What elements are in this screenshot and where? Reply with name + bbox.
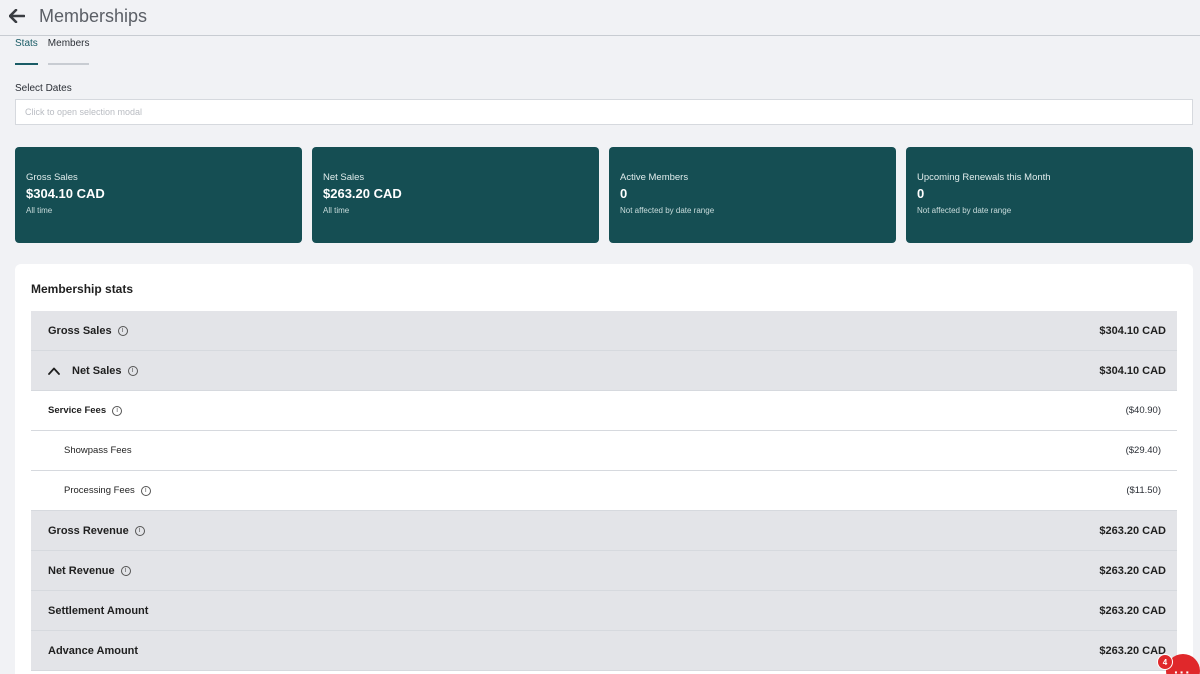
chat-bubble-icon: ··· (1174, 664, 1191, 674)
back-arrow-icon[interactable] (8, 6, 26, 26)
row-value: ($11.50) (1126, 485, 1161, 496)
card-value: $263.20 CAD (323, 186, 402, 201)
card-gross-sales: Gross Sales $304.10 CAD All time (15, 147, 302, 243)
row-label: Settlement Amount (48, 604, 149, 617)
summary-cards: Gross Sales $304.10 CAD All time Net Sal… (15, 147, 1193, 243)
top-bar: Memberships (0, 0, 1200, 36)
info-icon[interactable]: i (127, 365, 138, 376)
row-value: $304.10 CAD (1099, 324, 1166, 337)
card-label: Upcoming Renewals this Month (917, 172, 1051, 183)
row-label: Service Fees (48, 405, 107, 416)
info-icon[interactable]: i (112, 405, 123, 416)
stats-row-net-revenue: Net Revenue i $263.20 CAD (31, 551, 1177, 591)
row-label: Gross Revenue (48, 524, 129, 537)
row-value: $263.20 CAD (1099, 524, 1166, 537)
info-icon[interactable]: i (134, 525, 145, 536)
card-sub: All time (26, 206, 53, 215)
chevron-up-icon[interactable] (48, 365, 60, 377)
stats-table: Gross Sales i $304.10 CAD Net Sales i $304… (31, 311, 1177, 671)
stats-row-showpass-fees: Showpass Fees ($29.40) (31, 431, 1177, 471)
tab-stats[interactable]: Stats (15, 38, 38, 65)
panel-title: Membership stats (31, 282, 134, 296)
card-label: Gross Sales (26, 172, 78, 183)
stats-row-advance-amount: Advance Amount $263.20 CAD (31, 631, 1177, 671)
card-sub: All time (323, 206, 350, 215)
card-upcoming-renewals: Upcoming Renewals this Month 0 Not affec… (906, 147, 1193, 243)
card-sub: Not affected by date range (917, 206, 1012, 215)
tab-bar: Stats Members (15, 38, 90, 65)
row-value: ($29.40) (1125, 445, 1161, 456)
stats-row-service-fees: Service Fees i ($40.90) (31, 391, 1177, 431)
card-active-members: Active Members 0 Not affected by date ra… (609, 147, 896, 243)
notification-badge: 4 (1157, 654, 1173, 670)
info-icon[interactable]: i (140, 485, 151, 496)
row-label: Net Sales (72, 364, 122, 377)
card-value: 0 (620, 186, 628, 201)
info-icon[interactable]: i (120, 565, 131, 576)
row-label: Gross Sales (48, 324, 112, 337)
row-label: Processing Fees (64, 485, 135, 496)
row-label: Advance Amount (48, 644, 139, 657)
card-net-sales: Net Sales $263.20 CAD All time (312, 147, 599, 243)
row-value: $263.20 CAD (1099, 564, 1166, 577)
row-label: Showpass Fees (64, 445, 132, 456)
card-label: Net Sales (323, 172, 365, 183)
stats-row-gross-revenue: Gross Revenue i $263.20 CAD (31, 511, 1177, 551)
card-value: $304.10 CAD (26, 186, 105, 201)
tab-members[interactable]: Members (47, 38, 90, 65)
stats-row-net-sales[interactable]: Net Sales i $304.10 CAD (31, 351, 1177, 391)
row-value: $304.10 CAD (1099, 364, 1166, 377)
date-selection-input[interactable]: Click to open selection modal (15, 99, 1193, 125)
page-title: Memberships (39, 6, 148, 26)
membership-stats-panel: Membership stats Gross Sales i $304.10 CA… (15, 264, 1193, 674)
stats-row-settlement-amount: Settlement Amount $263.20 CAD (31, 591, 1177, 631)
row-value: $263.20 CAD (1099, 604, 1166, 617)
stats-row-processing-fees: Processing Fees i ($11.50) (31, 471, 1177, 511)
row-label: Net Revenue (48, 564, 115, 577)
info-icon[interactable]: i (117, 325, 128, 336)
row-value: ($40.90) (1125, 405, 1161, 416)
select-dates-label: Select Dates (15, 83, 72, 94)
stats-row-gross-sales: Gross Sales i $304.10 CAD (31, 311, 1177, 351)
card-label: Active Members (620, 172, 689, 183)
card-value: 0 (917, 186, 925, 201)
card-sub: Not affected by date range (620, 206, 715, 215)
